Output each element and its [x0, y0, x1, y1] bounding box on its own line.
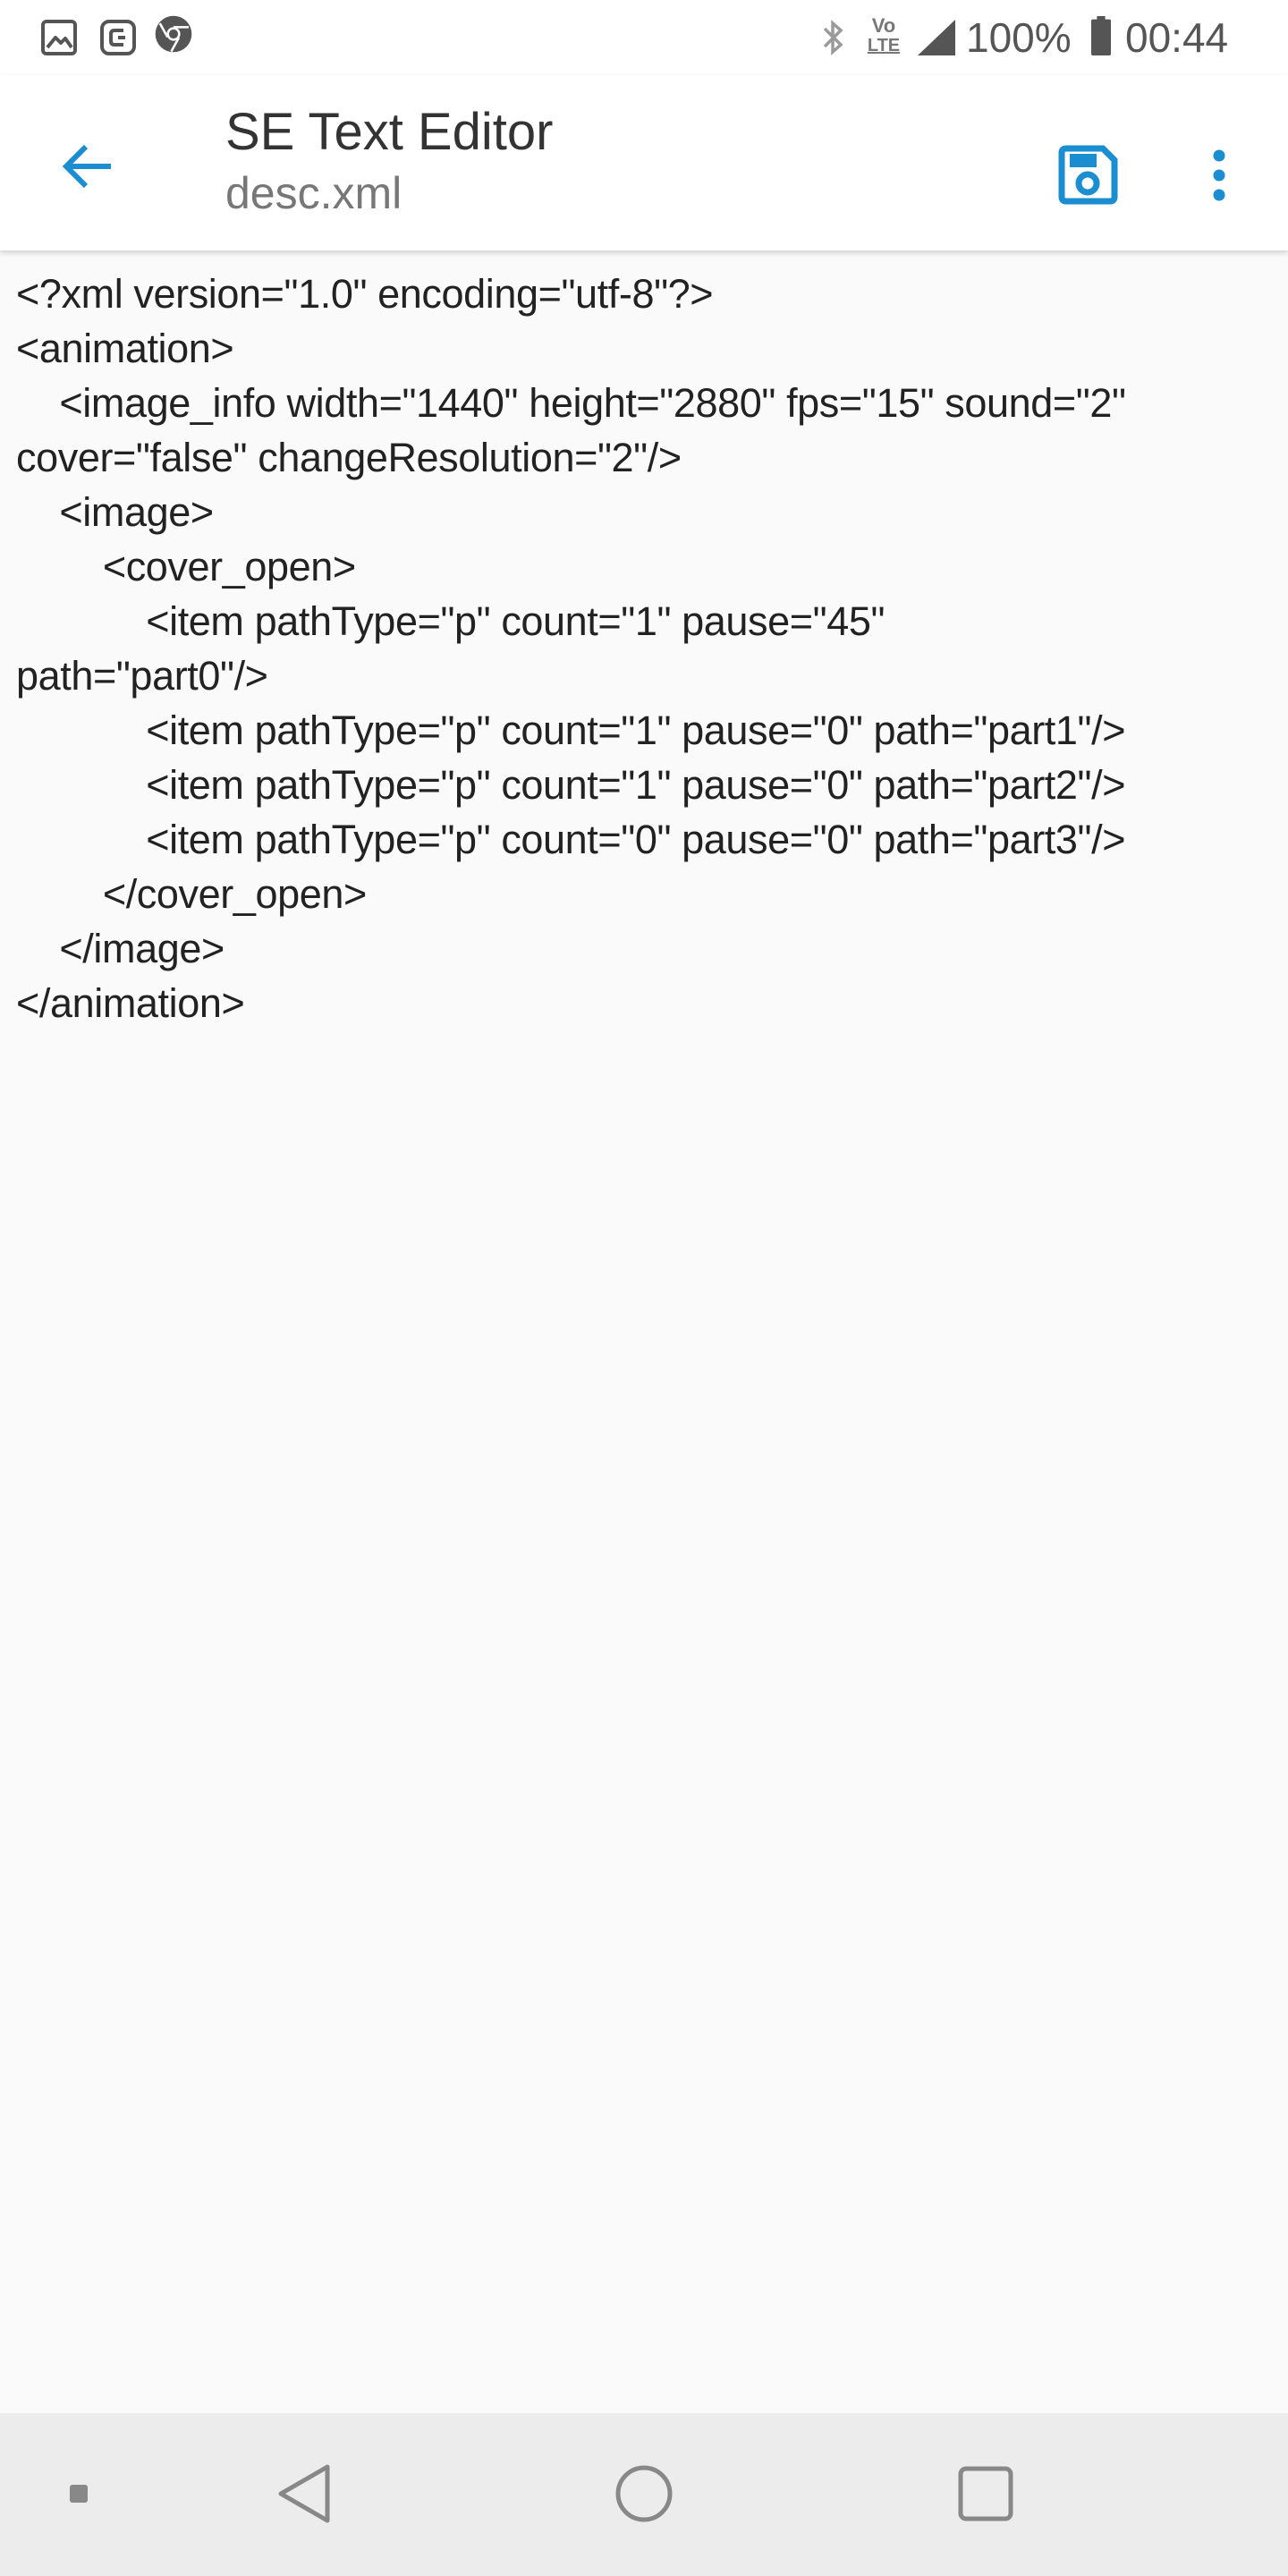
- gallery-icon: [41, 20, 77, 55]
- code-line: <cover_open>: [16, 544, 356, 589]
- nav-extra-button[interactable]: [50, 2449, 107, 2538]
- back-arrow-icon: [62, 144, 111, 189]
- app-bar: SE Text Editor desc.xml: [0, 75, 1288, 250]
- save-button[interactable]: [1041, 129, 1134, 222]
- code-line: <animation>: [16, 326, 234, 371]
- nav-recents-button[interactable]: [941, 2449, 1030, 2538]
- code-line: path="part0"/>: [16, 653, 268, 699]
- app-title: SE Text Editor: [225, 103, 554, 161]
- code-line: <image>: [16, 489, 214, 535]
- code-line: </cover_open>: [16, 871, 367, 917]
- nav-back-button[interactable]: [259, 2449, 349, 2538]
- navigation-bar: [0, 2413, 1288, 2576]
- code-line: <?xml version="1.0" encoding="utf-8"?>: [16, 271, 714, 317]
- battery-percent: 100%: [966, 14, 1072, 61]
- code-line: <image_info width="1440" height="2880" f…: [16, 380, 1126, 426]
- more-options-button[interactable]: [1179, 129, 1259, 222]
- code-line: <item pathType="p" count="1" pause="0" p…: [16, 708, 1126, 753]
- dot-icon: [70, 2485, 88, 2503]
- text-editor-area[interactable]: <?xml version="1.0" encoding="utf-8"?> <…: [0, 250, 1288, 2413]
- home-circle-icon: [615, 2465, 673, 2522]
- save-icon: [1058, 145, 1118, 205]
- volte-icon: Vo LTE: [866, 16, 902, 59]
- volte-bottom-label: LTE: [867, 36, 901, 55]
- signal-icon: [918, 20, 955, 55]
- code-line: <item pathType="p" count="1" pause="45": [16, 598, 886, 644]
- clock: 00:44: [1125, 14, 1229, 61]
- code-line: <item pathType="p" count="1" pause="0" p…: [16, 762, 1126, 808]
- battery-icon: [1091, 16, 1111, 55]
- code-line: <item pathType="p" count="0" pause="0" p…: [16, 817, 1126, 862]
- code-line: </image>: [16, 926, 225, 971]
- browser-icon: [155, 15, 192, 53]
- code-line: </animation>: [16, 980, 245, 1026]
- volte-top-label: Vo: [871, 14, 896, 37]
- status-bar: Vo LTE 100% 00:44: [0, 0, 1288, 75]
- recents-square-icon: [958, 2466, 1013, 2521]
- file-name: desc.xml: [225, 168, 402, 218]
- screenshot-app-icon: [100, 20, 136, 55]
- more-vert-icon: [1213, 149, 1225, 201]
- nav-home-button[interactable]: [599, 2449, 689, 2538]
- code-line: cover="false" changeResolution="2"/>: [16, 435, 682, 480]
- back-triangle-icon: [278, 2464, 330, 2523]
- back-button[interactable]: [47, 125, 129, 208]
- bluetooth-icon: [823, 20, 843, 55]
